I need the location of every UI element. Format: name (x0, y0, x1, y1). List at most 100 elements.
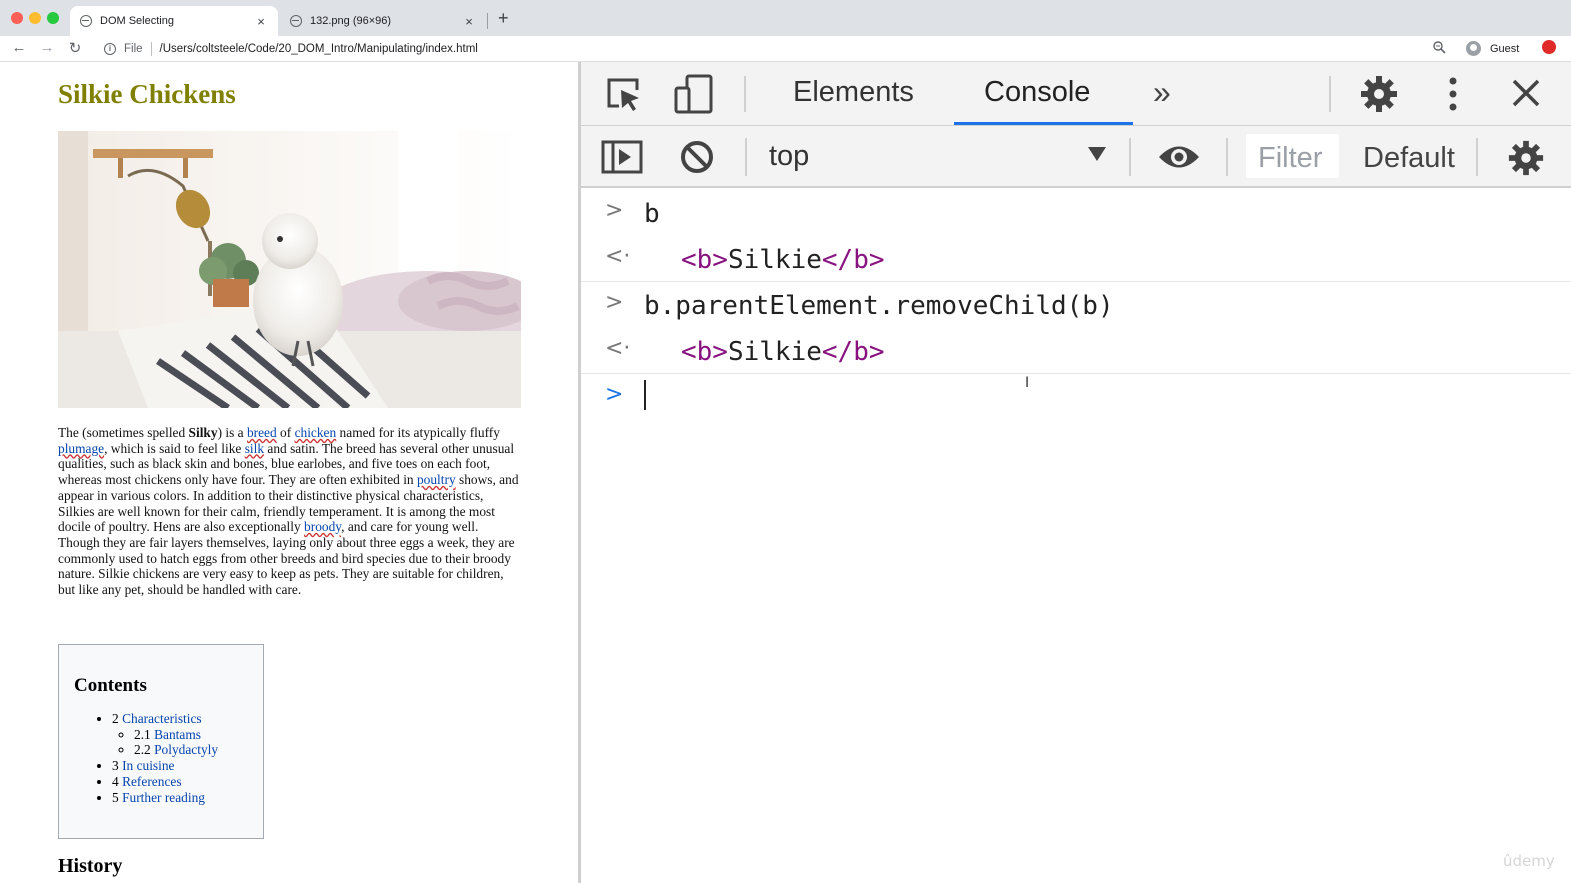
input-prompt-icon: > (605, 290, 624, 315)
link-silk[interactable]: silk (245, 441, 264, 456)
console-output-node[interactable]: <b>Silkie</b> (681, 337, 885, 367)
execution-context-select[interactable]: top (769, 140, 809, 173)
close-icon[interactable] (1511, 78, 1541, 108)
open-tag: <b> (681, 337, 728, 367)
console-output-row: <· <b>Silkie</b> (581, 328, 1571, 374)
devtools-panel: Elements Console » top Filter Default > … (581, 62, 1571, 883)
toc-link-polydactyly[interactable]: Polydactyly (154, 742, 218, 757)
paragraph-text: The (sometimes spelled (58, 425, 189, 440)
kebab-menu-icon[interactable] (1447, 76, 1459, 112)
forward-button[interactable]: → (38, 39, 56, 56)
toolbar-separator (1329, 76, 1331, 112)
toc-link-references[interactable]: References (122, 774, 181, 789)
node-text: Silkie (727, 245, 822, 275)
url-path: /Users/coltsteele/Code/20_DOM_Intro/Mani… (159, 43, 478, 55)
globe-icon (80, 15, 92, 27)
browser-title-bar: DOM Selecting × 132.png (96×96) × + (0, 0, 1571, 36)
link-breed[interactable]: breed (247, 425, 277, 440)
toc-number: 2 (112, 711, 119, 726)
mouse-cursor-ibeam: I (1025, 375, 1030, 391)
toc-number: 3 (112, 758, 119, 774)
device-toggle-icon[interactable] (673, 74, 715, 114)
table-of-contents: Contents 2 Characteristics 2.1 Bantams 2… (58, 644, 264, 839)
close-tag: </b> (821, 245, 885, 275)
settings-gear-icon[interactable] (1359, 74, 1399, 114)
silkie-photo-illustration (58, 131, 521, 408)
udemy-watermark: ûdemy (1503, 852, 1555, 870)
tab-close-button[interactable]: × (254, 14, 268, 29)
info-icon[interactable]: i (104, 43, 116, 55)
toc-link-in-cuisine[interactable]: In cuisine (122, 758, 174, 773)
toolbar-separator (745, 138, 747, 176)
output-prompt-icon: <· (605, 336, 631, 361)
log-levels-select[interactable]: Default levels (1363, 142, 1457, 175)
url-input[interactable]: i File /Users/coltsteele/Code/20_DOM_Int… (96, 39, 1461, 59)
toc-link-characteristics[interactable]: Characteristics (122, 711, 202, 726)
more-tabs-button[interactable]: » (1153, 74, 1171, 111)
back-button[interactable]: ← (10, 39, 28, 56)
toc-sublist: 2.1 Bantams 2.2 Polydactyly (134, 727, 263, 758)
section-heading-history: History (58, 855, 123, 877)
console-input-text: b (644, 199, 660, 229)
toc-number: 5 (112, 789, 119, 805)
zoom-icon[interactable] (1432, 40, 1446, 54)
inspect-element-icon[interactable] (605, 76, 643, 112)
toc-list: 2 Characteristics 2.1 Bantams 2.2 Polyda… (112, 711, 263, 805)
tab-close-button[interactable]: × (462, 14, 476, 29)
active-prompt-icon: > (605, 382, 624, 407)
console-prompt-row[interactable]: > (581, 374, 1571, 420)
window-close-button[interactable] (11, 12, 23, 24)
toc-item: 4 References (112, 774, 263, 790)
toc-item: 2 Characteristics 2.1 Bantams 2.2 Polyda… (112, 711, 263, 758)
console-filter-input[interactable]: Filter (1246, 134, 1339, 178)
browser-tab-dom-selecting[interactable]: DOM Selecting × (70, 6, 278, 36)
tab-console[interactable]: Console (984, 76, 1090, 109)
globe-icon (290, 15, 302, 27)
profile-button[interactable]: Guest (1466, 39, 1519, 58)
open-tag: <b> (681, 245, 728, 275)
console-input-row: > b (581, 190, 1571, 236)
console-output-node[interactable]: <b>Silkie</b> (681, 245, 885, 275)
toc-number: 2.2 (134, 742, 151, 758)
output-prompt-icon: <· (605, 244, 631, 269)
browser-tab-132-png[interactable]: 132.png (96×96) × (280, 6, 486, 36)
sidebar-toggle-icon[interactable] (601, 140, 643, 174)
window-minimize-button[interactable] (29, 12, 41, 24)
console-log: > b <· <b>Silkie</b> > b.parentElement.r… (581, 190, 1571, 420)
link-poultry[interactable]: poultry (417, 472, 456, 487)
extension-icon[interactable] (1542, 40, 1556, 54)
paragraph-text: ) is a (217, 425, 247, 440)
console-settings-gear-icon[interactable] (1507, 139, 1545, 177)
link-chicken[interactable]: chicken (295, 425, 337, 440)
article-paragraph: The (sometimes spelled Silky) is a breed… (58, 425, 521, 598)
toolbar-separator (1476, 138, 1478, 176)
tab-elements[interactable]: Elements (793, 76, 914, 109)
live-expression-eye-icon[interactable] (1157, 142, 1201, 172)
toc-item: 5 Further reading (112, 790, 263, 806)
toc-link-further-reading[interactable]: Further reading (122, 790, 205, 805)
toolbar-separator (1226, 138, 1228, 176)
node-text: Silkie (727, 337, 822, 367)
dropdown-arrow-icon[interactable] (1087, 146, 1107, 162)
link-plumage[interactable]: plumage (58, 441, 104, 456)
active-tab-indicator (954, 122, 1133, 125)
paragraph-text: , which is said to feel like (104, 440, 245, 456)
text-caret (644, 380, 646, 410)
toolbar-separator (1129, 138, 1131, 176)
link-broody[interactable]: broody (304, 519, 341, 534)
window-zoom-button[interactable] (47, 12, 59, 24)
reload-button[interactable]: ↻ (66, 39, 84, 57)
page-title: Silkie Chickens (58, 79, 236, 109)
console-input-row: > b.parentElement.removeChild(b) (581, 282, 1571, 328)
tab-title: 132.png (96×96) (310, 15, 392, 27)
devtools-main-toolbar: Elements Console » (581, 62, 1571, 126)
clear-console-icon[interactable] (679, 139, 715, 175)
new-tab-button[interactable]: + (498, 8, 509, 29)
tab-title: DOM Selecting (100, 15, 174, 27)
web-page: Silkie Chickens The (sometimes spelled S… (0, 62, 579, 883)
toc-link-bantams[interactable]: Bantams (154, 727, 201, 742)
console-output-row: <· <b>Silkie</b> (581, 236, 1571, 282)
paragraph-text: of (276, 425, 295, 440)
input-prompt-icon: > (605, 198, 624, 223)
url-scheme: File (124, 43, 143, 55)
